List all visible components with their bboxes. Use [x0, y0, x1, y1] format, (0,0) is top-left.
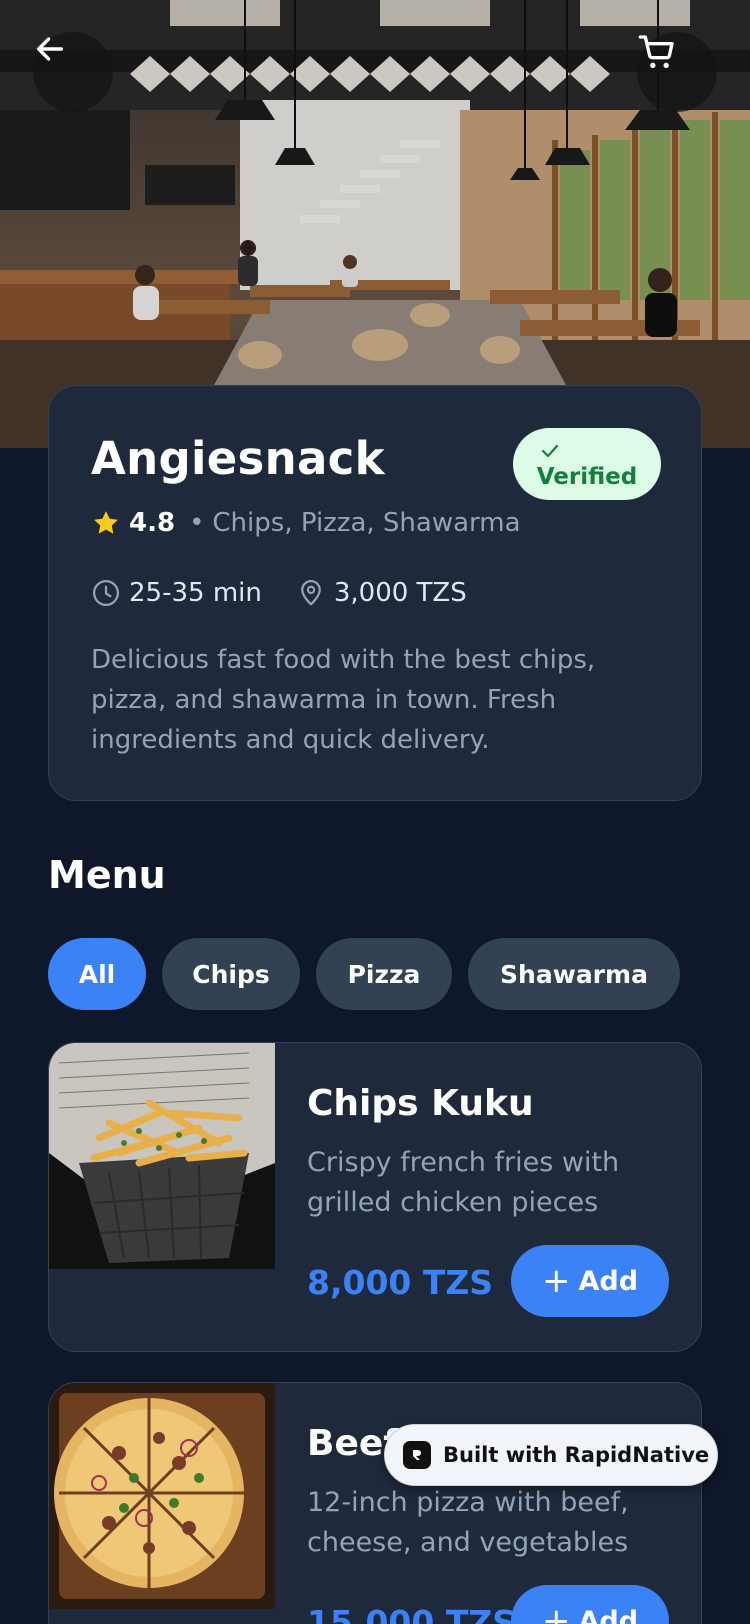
- category-chip-shawarma[interactable]: Shawarma: [468, 938, 680, 1010]
- menu-title: Menu: [48, 853, 166, 897]
- verified-label: Verified: [536, 464, 638, 490]
- menu-item-name: Chips Kuku: [307, 1083, 534, 1124]
- back-button[interactable]: [33, 32, 113, 112]
- chips-kuku-image: [49, 1043, 275, 1269]
- delivery-time: 25-35 min: [91, 578, 262, 608]
- cuisine-list: Chips, Pizza, Shawarma: [212, 508, 521, 538]
- shopping-cart-icon: [638, 35, 674, 68]
- restaurant-name: Angiesnack: [91, 432, 385, 485]
- check-icon: [513, 439, 661, 463]
- hero-image: [0, 0, 750, 448]
- add-to-cart-button[interactable]: + Add: [511, 1585, 669, 1624]
- arrow-left-icon: [36, 37, 64, 61]
- map-pin-icon: [300, 580, 321, 606]
- clock-icon: [93, 580, 119, 606]
- built-with-badge[interactable]: Built with RapidNative: [384, 1424, 718, 1486]
- delivery-fee: 3,000 TZS: [296, 578, 467, 608]
- separator-dot: •: [189, 508, 205, 538]
- add-to-cart-button[interactable]: + Add: [511, 1245, 669, 1317]
- menu-item-price: 8,000 TZS: [307, 1263, 494, 1302]
- category-filter: All Chips Pizza Shawarma: [48, 938, 696, 1010]
- category-chip-all[interactable]: All: [48, 938, 146, 1010]
- restaurant-description: Delicious fast food with the best chips,…: [91, 645, 596, 755]
- add-button-label: Add: [578, 1265, 639, 1297]
- star-icon: [94, 511, 118, 534]
- menu-item-description: 12-inch pizza with beef, cheese, and veg…: [307, 1487, 629, 1558]
- cart-button[interactable]: [637, 32, 717, 112]
- category-chip-pizza[interactable]: Pizza: [316, 938, 452, 1010]
- delivery-time-value: 25-35 min: [129, 578, 262, 608]
- plus-icon: +: [541, 1261, 571, 1301]
- beef-pizza-image: [49, 1383, 275, 1609]
- add-button-label: Add: [578, 1605, 639, 1624]
- restaurant-info-card: Angiesnack Verified 4.8 • Chips, Pizza, …: [48, 385, 702, 801]
- delivery-info-row: 25-35 min 3,000 TZS: [91, 578, 467, 608]
- menu-item-description: Crispy french fries with grilled chicken…: [307, 1147, 620, 1218]
- delivery-fee-value: 3,000 TZS: [333, 578, 467, 608]
- menu-item-card[interactable]: Beef Pizza 12-inch pizza with beef, chee…: [48, 1382, 702, 1624]
- menu-item-card[interactable]: Chips Kuku Crispy french fries with gril…: [48, 1042, 702, 1352]
- category-chip-chips[interactable]: Chips: [162, 938, 300, 1010]
- badge-text: Built with RapidNative: [443, 1443, 710, 1467]
- rating-row: 4.8 • Chips, Pizza, Shawarma: [91, 508, 521, 538]
- menu-item-price: 15,000 TZS: [307, 1603, 517, 1624]
- plus-icon: +: [541, 1601, 571, 1624]
- rating-value: 4.8: [129, 508, 176, 538]
- rapidnative-logo-icon: [403, 1441, 431, 1469]
- verified-badge: Verified: [513, 428, 661, 500]
